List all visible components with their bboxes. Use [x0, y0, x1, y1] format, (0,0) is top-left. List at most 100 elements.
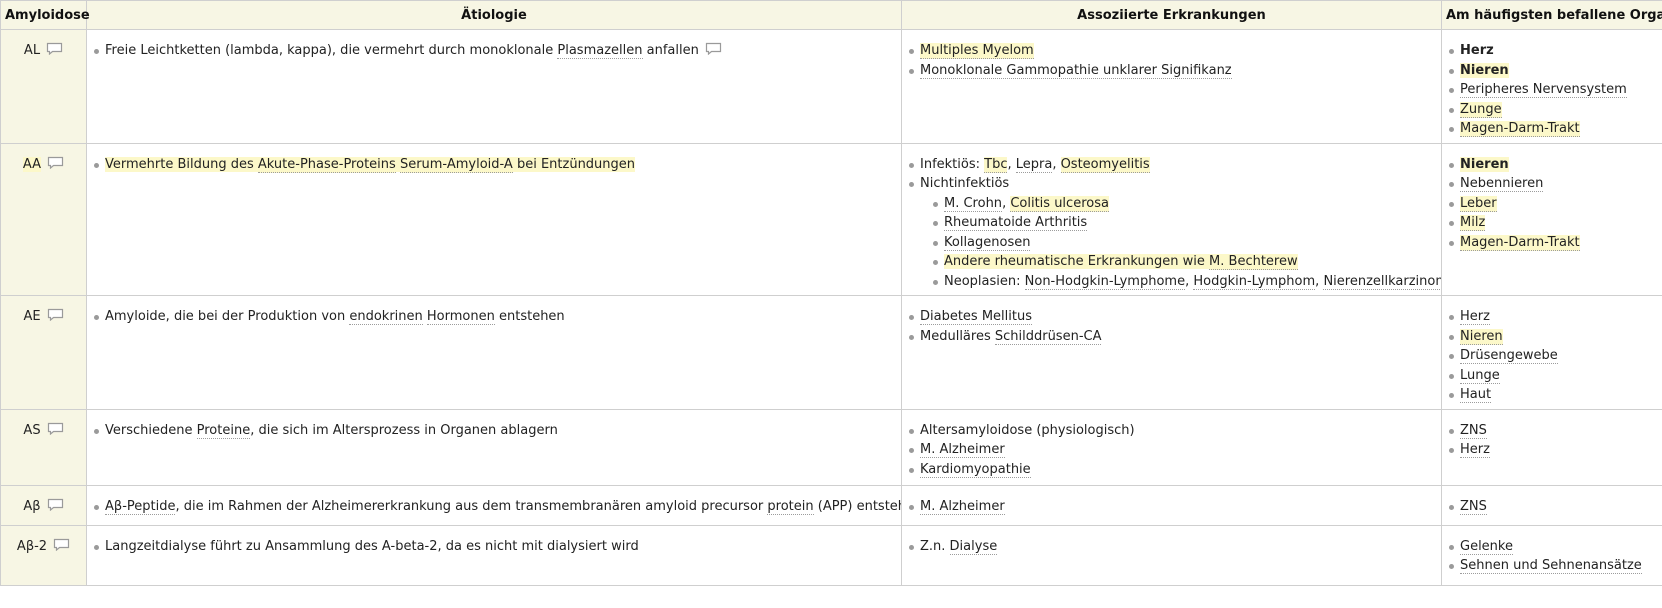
term-link[interactable]: Monoklonale Gammopathie unklarer Signifi…	[920, 62, 1232, 79]
list-item: Milz	[1448, 213, 1656, 233]
term-link[interactable]: Plasmazellen	[557, 43, 643, 59]
comment-icon[interactable]	[47, 308, 64, 321]
term-link[interactable]: Magen-Darm-Trakt	[1460, 234, 1580, 251]
amyloid-type-cell: AE	[0, 295, 87, 410]
amyloid-type: Aβ	[23, 498, 41, 514]
list-item: Andere rheumatische Erkrankungen wie M. …	[932, 252, 1435, 272]
list-item: Kardiomyopathie	[908, 460, 1435, 480]
term-link[interactable]: Nierenzellkarzinom	[1323, 273, 1441, 290]
term-link[interactable]: Serum-Amyloid-A	[399, 156, 513, 173]
comment-icon[interactable]	[53, 538, 70, 551]
table-row: Aβ Aβ-Peptide, die im Rahmen der Alzheim…	[0, 484, 1662, 526]
term-link[interactable]: Tbc	[984, 156, 1008, 173]
organs-cell: Nieren Nebennieren Leber Milz Magen-Darm…	[1441, 142, 1662, 296]
term-link[interactable]: Diabetes Mellitus	[920, 309, 1032, 325]
list-item: Sehnen und Sehnenansätze	[1448, 556, 1656, 576]
header-aetiologie: Ätiologie	[86, 0, 902, 30]
amyloid-type-cell: AS	[0, 408, 87, 486]
amyloid-type: AA	[22, 156, 42, 172]
term-link[interactable]: Osteomyelitis	[1060, 156, 1150, 173]
table-row: Aβ-2 Langzeitdialyse führt zu Ansammlung…	[0, 524, 1662, 586]
comment-icon[interactable]	[47, 422, 64, 435]
term-link[interactable]: Akute-Phase-Proteins	[257, 156, 396, 173]
list-item: Drüsengewebe	[1448, 346, 1656, 366]
term-link[interactable]: Drüsengewebe	[1460, 348, 1558, 364]
organs-cell: ZNS Herz	[1441, 408, 1662, 486]
term-link[interactable]: Nebennieren	[1460, 176, 1544, 192]
list-item: Peripheres Nervensystem	[1448, 80, 1656, 100]
term-link[interactable]: M. Crohn	[944, 195, 1003, 212]
term-link[interactable]: Schilddrüsen-CA	[994, 328, 1102, 345]
term-link[interactable]: Lepra	[1015, 156, 1053, 173]
term-link[interactable]: Colitis ulcerosa	[1010, 195, 1109, 212]
term-link[interactable]: Milz	[1460, 215, 1486, 231]
list-item: Altersamyloidose (physiologisch)	[908, 421, 1435, 441]
term-link[interactable]: Dialyse	[949, 538, 998, 555]
term-link[interactable]: Haut	[1460, 387, 1492, 403]
list-item: Herz	[1448, 307, 1656, 327]
etiology-cell: Vermehrte Bildung des Akute-Phase-Protei…	[86, 142, 902, 296]
diseases-cell: Infektiös: Tbc, Lepra, Osteomyelitis Nic…	[901, 142, 1442, 296]
term-link[interactable]: Hormonen	[426, 309, 495, 325]
comment-icon[interactable]	[47, 498, 64, 511]
sublist: M. Crohn, Colitis ulcerosa Rheumatoide A…	[920, 194, 1441, 292]
list-item: Lunge	[1448, 366, 1656, 386]
comment-icon[interactable]	[705, 42, 722, 55]
term-link[interactable]: M. Bechterew	[1209, 254, 1298, 270]
list-item: Diabetes Mellitus	[908, 307, 1435, 327]
organs-cell: Gelenke Sehnen und Sehnenansätze	[1441, 524, 1662, 586]
term-link[interactable]: Non-Hodgkin-Lymphome	[1024, 273, 1186, 290]
term-link[interactable]: Zunge	[1460, 101, 1502, 118]
term-link[interactable]: Lunge	[1460, 367, 1500, 384]
list-item: Leber	[1448, 194, 1656, 214]
term-link[interactable]: M. Alzheimer	[920, 498, 1005, 515]
list-item: Nieren	[1448, 155, 1656, 175]
amyloid-type: AL	[23, 43, 41, 58]
term-link[interactable]: Magen-Darm-Trakt	[1460, 121, 1580, 137]
term-link[interactable]: Gelenke	[1460, 538, 1513, 555]
term-link[interactable]: Herz	[1460, 442, 1490, 458]
list-item: Aβ-Peptide, die im Rahmen der Alzheimere…	[93, 497, 901, 517]
comment-icon[interactable]	[47, 156, 64, 169]
term-link[interactable]: Aβ-Peptide	[105, 498, 176, 515]
list-item: Z.n. Dialyse	[908, 537, 1435, 557]
list-item: Magen-Darm-Trakt	[1448, 119, 1656, 139]
organ-label: Nieren	[1460, 62, 1509, 78]
list-item: Haut	[1448, 385, 1656, 405]
term-link[interactable]: Nieren	[1460, 328, 1503, 345]
diseases-cell: M. Alzheimer	[901, 484, 1442, 526]
list-item: Infektiös: Tbc, Lepra, Osteomyelitis	[908, 155, 1435, 175]
list-item: Kollagenosen	[932, 233, 1435, 253]
list-item: Freie Leichtketten (lambda, kappa), die …	[93, 41, 895, 61]
header-assoziierte-erkrankungen: Assoziierte Erkrankungen	[901, 0, 1442, 30]
header-amyloidose: Amyloidose	[0, 0, 90, 30]
term-link[interactable]: Peripheres Nervensystem	[1460, 82, 1627, 98]
term-link[interactable]: endokrinen	[349, 309, 423, 325]
term-link[interactable]: Rheumatoide Arthritis	[944, 215, 1088, 231]
term-link[interactable]: Hodgkin-Lymphom	[1193, 273, 1316, 290]
term-link[interactable]: Leber	[1460, 195, 1497, 212]
list-item: Medulläres Schilddrüsen-CA	[908, 327, 1435, 347]
term-link[interactable]: protein	[767, 498, 814, 515]
organ-label: Herz	[1460, 43, 1494, 58]
term-link[interactable]: M. Alzheimer	[920, 442, 1005, 458]
etiology-cell: Amyloide, die bei der Produktion von end…	[86, 295, 902, 410]
amyloid-type: AS	[23, 422, 41, 438]
term-link[interactable]: Herz	[1460, 309, 1490, 325]
organs-cell: ZNS	[1441, 484, 1662, 526]
diseases-cell: Z.n. Dialyse	[901, 524, 1442, 586]
list-item: M. Crohn, Colitis ulcerosa	[932, 194, 1435, 214]
term-link[interactable]: Proteine	[196, 422, 251, 439]
term-link[interactable]: ZNS	[1460, 498, 1487, 515]
amyloid-type: Aβ-2	[16, 538, 48, 554]
term-link[interactable]: Kollagenosen	[944, 234, 1031, 251]
term-link[interactable]: ZNS	[1460, 422, 1487, 439]
table-row: AS Verschiedene Proteine, die sich im Al…	[0, 408, 1662, 486]
list-item: Nichtinfektiös M. Crohn, Colitis ulceros…	[908, 174, 1441, 292]
term-link[interactable]: Multiples Myelom	[920, 43, 1034, 59]
term-link[interactable]: Sehnen und Sehnenansätze	[1460, 558, 1642, 574]
comment-icon[interactable]	[46, 42, 63, 55]
term-link[interactable]: Kardiomyopathie	[920, 461, 1031, 478]
header-befallene-organe: Am häufigsten befallene Organe	[1441, 0, 1662, 30]
etiology-cell: Verschiedene Proteine, die sich im Alter…	[86, 408, 902, 486]
